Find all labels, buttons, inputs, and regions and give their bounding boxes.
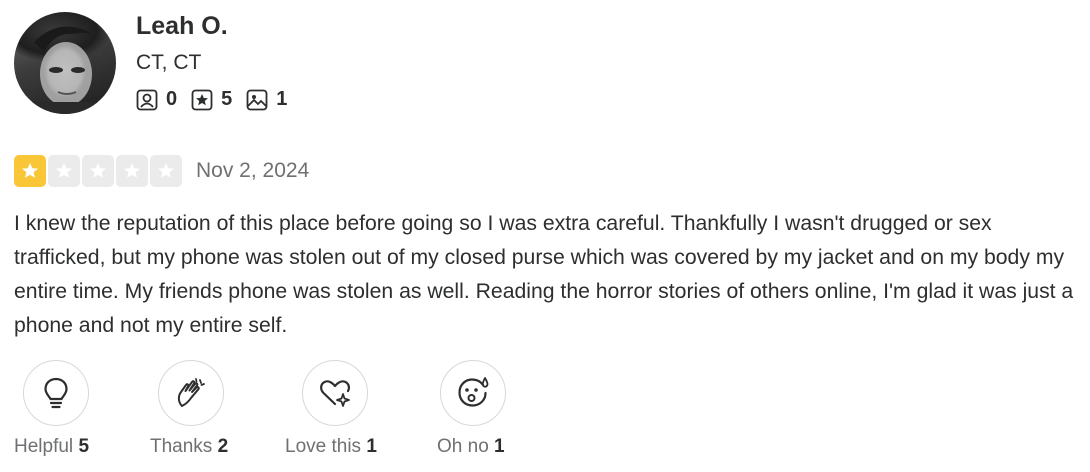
star-5-empty	[150, 155, 182, 187]
lightbulb-icon	[44, 377, 68, 409]
thanks-label: Thanks 2	[150, 436, 229, 457]
reviews-stat: 5	[191, 88, 232, 111]
helpful-label: Helpful 5	[14, 436, 90, 457]
photos-icon	[246, 89, 268, 110]
review-text: I knew the reputation of this place befo…	[14, 212, 1074, 337]
star-icon	[158, 163, 174, 178]
avatar-photo	[14, 26, 116, 114]
surprised-face-icon	[458, 377, 489, 407]
star-icon	[56, 163, 72, 178]
star-icon	[90, 163, 106, 178]
reviews-count: 5	[221, 88, 233, 110]
thanks-button[interactable]	[158, 360, 224, 426]
star-4-empty	[116, 155, 148, 187]
helpful-button[interactable]	[23, 360, 89, 426]
photos-count: 1	[276, 88, 288, 110]
avatar[interactable]	[14, 12, 116, 114]
helpful-count: 5	[78, 436, 90, 457]
review-date: Nov 2, 2024	[196, 159, 310, 182]
love-this-button[interactable]	[302, 360, 368, 426]
love-this-label: Love this 1	[285, 436, 377, 457]
user-name[interactable]: Leah O.	[136, 12, 228, 41]
thanks-count: 2	[217, 436, 229, 457]
oh-no-button[interactable]	[440, 360, 506, 426]
love-this-count: 1	[366, 436, 377, 457]
oh-no-count: 1	[494, 436, 505, 457]
friends-count: 0	[166, 88, 178, 110]
friends-stat: 0	[136, 88, 177, 111]
rating-row: Nov 2, 2024	[14, 155, 309, 187]
user-location: CT, CT	[136, 51, 202, 74]
star-1-filled	[14, 155, 46, 187]
star-icon	[22, 163, 38, 178]
star-icon	[124, 163, 140, 178]
star-3-empty	[82, 155, 114, 187]
clapping-hands-icon	[177, 378, 205, 407]
reviews-icon	[191, 89, 213, 110]
star-2-empty	[48, 155, 80, 187]
user-stats: 0 5 1	[136, 88, 287, 111]
photos-stat: 1	[246, 88, 287, 111]
star-rating	[14, 155, 184, 187]
friends-icon	[136, 89, 158, 110]
heart-sparkle-icon	[320, 380, 351, 407]
oh-no-label: Oh no 1	[437, 436, 505, 457]
